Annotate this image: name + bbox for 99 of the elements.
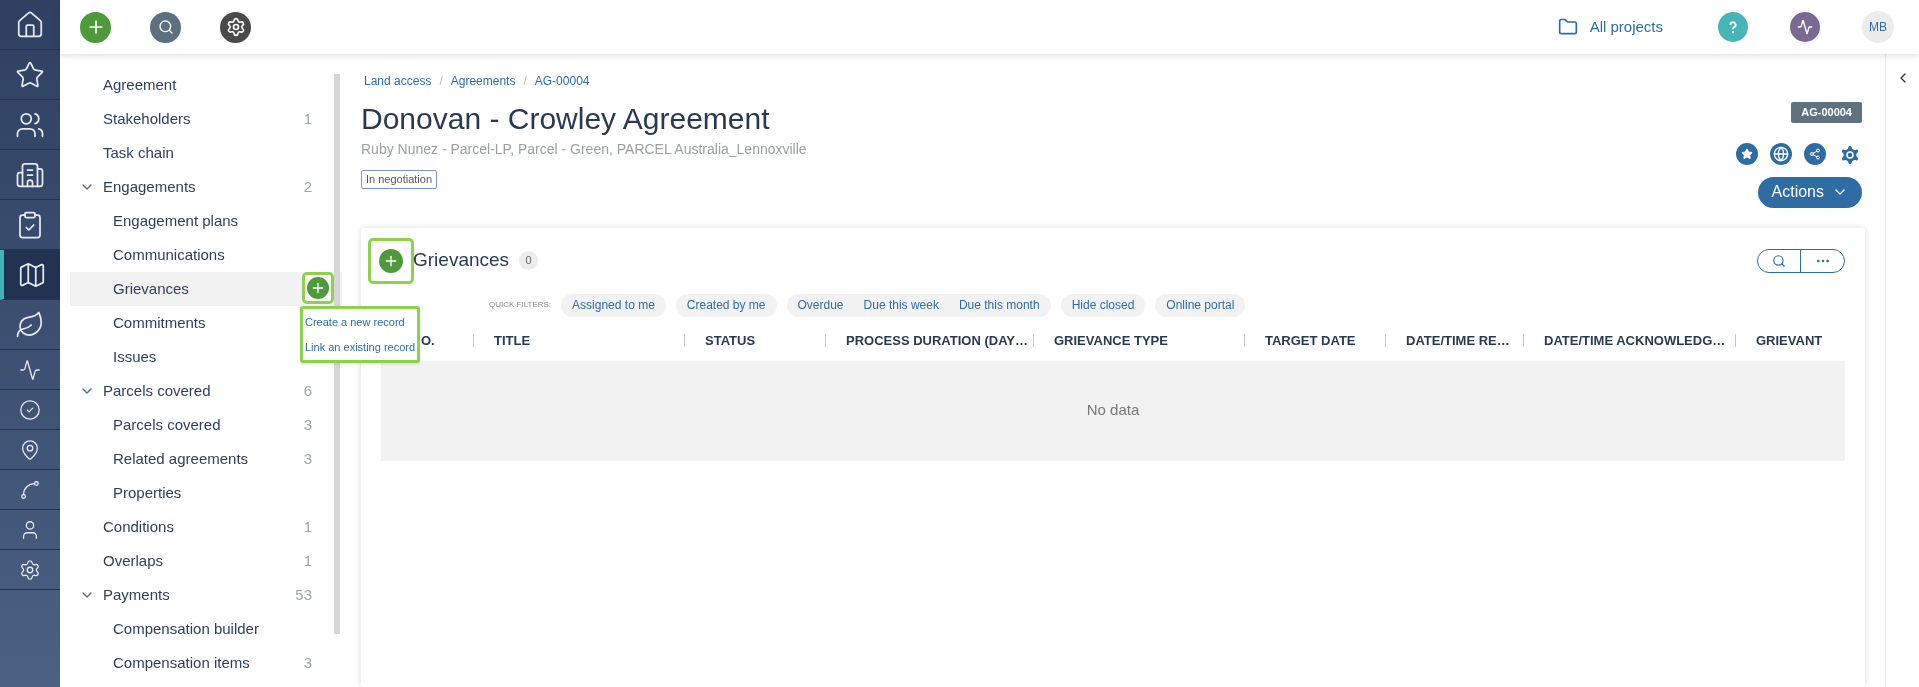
search-button[interactable] — [150, 11, 181, 43]
sidebar-item[interactable]: Conditions 1 — [70, 510, 342, 544]
settings-icon — [19, 558, 41, 581]
leaf-icon — [15, 309, 45, 340]
sidebar-item[interactable]: Communications — [70, 238, 342, 272]
column-header[interactable]: STATUS — [705, 330, 756, 351]
sidebar-label: Parcels covered — [103, 380, 211, 401]
share-icon[interactable] — [1804, 142, 1826, 165]
sidebar-item[interactable]: Engagements 2 — [70, 170, 342, 204]
sidebar-item[interactable]: Stakeholders 1 — [70, 102, 342, 136]
favorite-icon[interactable] — [1736, 142, 1758, 165]
sidebar-item[interactable]: Payments 53 — [70, 578, 342, 612]
column-header[interactable]: GRIEVANCE TYPE — [1054, 330, 1168, 351]
breadcrumb[interactable]: AG-00004 — [534, 72, 590, 90]
breadcrumb[interactable]: Land access — [364, 72, 432, 90]
sidebar-item[interactable]: Overlaps 1 — [70, 544, 342, 578]
sidebar-item[interactable]: Task chain — [70, 136, 342, 170]
count-badge: 0 — [519, 251, 539, 270]
sidebar-item[interactable]: Engagement plans — [70, 204, 342, 238]
filter-chip[interactable]: Overdue — [797, 296, 844, 314]
sidebar-item[interactable]: Parcels covered 6 — [70, 374, 342, 408]
search-icon — [157, 19, 174, 35]
quick-filters-label: QUICK FILTERS: — [489, 299, 552, 311]
settings-button[interactable] — [220, 11, 251, 43]
avatar[interactable]: MB — [1862, 11, 1894, 43]
sidebar-label: Parcels covered — [113, 414, 221, 435]
sidebar-item[interactable]: Properties — [70, 476, 342, 510]
count: 3 — [303, 652, 312, 673]
home-icon — [15, 9, 45, 40]
sidebar-item[interactable]: Compensation builder — [70, 612, 342, 646]
add-button[interactable] — [368, 237, 414, 284]
sidebar-item[interactable]: Related agreements 3 — [70, 442, 342, 476]
sidebar-label: Related agreements — [113, 448, 249, 469]
sidebar-item[interactable]: Compensation items 3 — [70, 646, 342, 680]
sidebar-label: Conditions — [103, 516, 174, 537]
sidebar-label: Properties — [113, 482, 182, 503]
breadcrumb-separator: / — [523, 73, 527, 90]
menu-item[interactable]: Create a new record — [303, 314, 418, 331]
activity-button[interactable] — [1790, 12, 1820, 42]
sidebar-label: Engagements — [103, 176, 196, 197]
count: 6 — [303, 380, 312, 401]
add-button[interactable] — [302, 272, 334, 304]
sidebar-label: Communications — [113, 244, 225, 265]
actions-button[interactable]: Actions — [1757, 176, 1862, 208]
gear-icon — [225, 17, 246, 37]
count: 3 — [303, 414, 312, 435]
sidebar-label: Compensation items — [113, 652, 250, 673]
count: 2 — [303, 176, 312, 197]
count: 1 — [303, 108, 312, 129]
globe-icon[interactable] — [1770, 142, 1792, 165]
column-header[interactable]: DATE/TIME RE… — [1406, 330, 1510, 351]
count: 1 — [303, 550, 312, 571]
sidebar-item[interactable]: Parcels covered 3 — [70, 408, 342, 442]
column-header[interactable]: GRIEVANT — [1756, 330, 1823, 351]
column-header[interactable]: O. — [421, 330, 435, 351]
breadcrumb[interactable]: Agreements — [450, 72, 516, 90]
column-header[interactable]: TITLE — [494, 330, 531, 351]
count: 53 — [295, 584, 312, 605]
page-title: Donovan - Crowley Agreement — [361, 101, 771, 137]
sidebar-label: Engagement plans — [113, 210, 239, 231]
plus-icon — [310, 280, 326, 296]
filter-chip[interactable]: Online portal — [1166, 296, 1235, 314]
sidebar-label: Payments — [103, 584, 170, 605]
filter-chip[interactable]: Assigned to me — [572, 296, 655, 314]
add-button[interactable] — [80, 11, 111, 43]
rail-item[interactable] — [0, 250, 60, 300]
pin-icon — [19, 438, 41, 461]
count: 1 — [303, 516, 312, 537]
sidebar-label: Overlaps — [103, 550, 164, 571]
empty-message: No data — [1086, 400, 1140, 421]
settings-icon[interactable] — [1838, 142, 1862, 167]
sidebar-label: Task chain — [103, 142, 174, 163]
filter-chip[interactable]: Due this week — [863, 296, 939, 314]
column-header[interactable]: DATE/TIME ACKNOWLEDG… — [1544, 330, 1726, 351]
column-header[interactable]: TARGET DATE — [1265, 330, 1356, 351]
filter-chip[interactable]: Hide closed — [1071, 296, 1135, 314]
folder-icon — [1557, 17, 1578, 37]
filter-chip[interactable]: Created by me — [686, 296, 766, 314]
breadcrumb-separator: / — [439, 73, 443, 90]
sidebar-item[interactable]: Agreement — [70, 68, 342, 102]
question-icon — [1726, 20, 1740, 34]
sidebar-label: Stakeholders — [103, 108, 191, 129]
id-badge: AG-00004 — [1791, 102, 1862, 123]
filter-chip[interactable]: Due this month — [958, 296, 1040, 314]
pulse-icon — [19, 358, 41, 381]
pulse-icon — [1797, 19, 1813, 35]
column-header[interactable]: PROCESS DURATION (DAY… — [846, 330, 1029, 351]
status-badge: In negotiation — [361, 170, 438, 189]
subtitle: Ruby Nunez - Parcel-LP, Parcel - Green, PARCEL Australia_Lennoxville — [361, 140, 807, 159]
line-chart-icon — [19, 478, 41, 501]
sidebar-label: Agreement — [103, 74, 177, 95]
sidebar-label: Grievances — [113, 278, 189, 299]
count: 3 — [303, 448, 312, 469]
section-title: Grievances — [413, 248, 510, 273]
star-icon — [15, 59, 45, 90]
sidebar-label: Compensation builder — [113, 618, 259, 639]
menu-item[interactable]: Link an existing record — [303, 338, 418, 355]
check-icon — [19, 398, 41, 421]
project-selector[interactable]: All projects — [1589, 15, 1663, 39]
